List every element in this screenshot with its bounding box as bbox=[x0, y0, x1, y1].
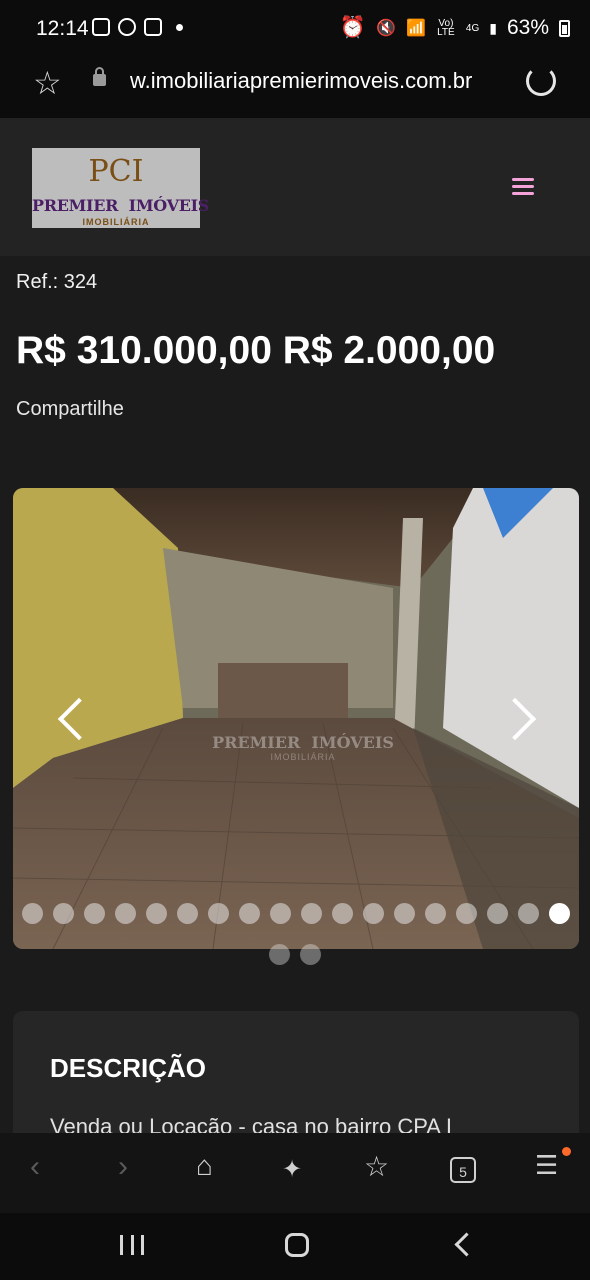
carousel-dot[interactable] bbox=[518, 903, 539, 924]
star-icon[interactable]: ☆ bbox=[33, 64, 62, 102]
carousel-dot[interactable] bbox=[22, 903, 43, 924]
carousel-dot[interactable] bbox=[456, 903, 477, 924]
price: R$ 310.000,00 R$ 2.000,00 bbox=[16, 329, 496, 372]
back-icon[interactable]: ‹ bbox=[30, 1150, 40, 1184]
signal-label: 4G bbox=[465, 22, 480, 34]
logo-sub: IMOBILIÁRIA bbox=[82, 217, 150, 227]
carousel-dot[interactable] bbox=[487, 903, 508, 924]
alarm-icon: ⏰ bbox=[339, 16, 367, 39]
share-link[interactable]: Compartilhe bbox=[16, 398, 124, 421]
menu-icon[interactable]: ☰ bbox=[535, 1150, 558, 1181]
carousel-dot[interactable] bbox=[549, 903, 570, 924]
recents-icon[interactable] bbox=[120, 1235, 144, 1255]
system-status-icons: ⏰ 🔇 📶 Vo) LTE 4G ▮ 63% bbox=[340, 16, 570, 40]
photo-watermark: PREMIER IMÓVEIS IMOBILIÁRIA bbox=[203, 733, 403, 762]
signal-icon: ▮ bbox=[489, 19, 497, 36]
hamburger-icon[interactable] bbox=[512, 178, 534, 196]
carousel-dot[interactable] bbox=[177, 903, 198, 924]
carousel-dot[interactable] bbox=[269, 944, 290, 965]
mute-icon: 🔇 bbox=[376, 20, 396, 37]
network-label: Vo) LTE bbox=[437, 18, 455, 38]
tabs-icon[interactable]: 5 bbox=[450, 1157, 476, 1183]
status-time: 12:14 bbox=[36, 17, 89, 40]
lock-icon[interactable] bbox=[93, 67, 106, 86]
battery-icon bbox=[559, 19, 570, 37]
sparkle-icon[interactable]: ✦ bbox=[282, 1155, 302, 1184]
carousel-dot[interactable] bbox=[239, 903, 260, 924]
carousel-dot[interactable] bbox=[208, 903, 229, 924]
url-text[interactable]: w.imobiliariapremierimoveis.com.br bbox=[130, 68, 472, 94]
whatsapp-icon bbox=[118, 18, 136, 36]
logo-mark: PCI bbox=[88, 154, 144, 189]
carousel-dot[interactable] bbox=[394, 903, 415, 924]
carousel-indicators bbox=[22, 903, 570, 924]
wifi-icon: 📶 bbox=[405, 20, 426, 37]
notification-icons bbox=[92, 18, 183, 36]
bookmarks-icon[interactable]: ☆ bbox=[364, 1150, 389, 1183]
image-icon bbox=[92, 18, 110, 36]
watermark-sub: IMOBILIÁRIA bbox=[270, 752, 336, 762]
carousel-dot[interactable] bbox=[300, 944, 321, 965]
logo-name: PREMIER IMÓVEIS bbox=[32, 196, 210, 215]
carousel-dot[interactable] bbox=[332, 903, 353, 924]
description-title: DESCRIÇÃO bbox=[50, 1053, 207, 1083]
carousel-dot[interactable] bbox=[270, 903, 291, 924]
carousel-dot[interactable] bbox=[115, 903, 136, 924]
watermark-name: PREMIER IMÓVEIS bbox=[212, 733, 394, 752]
checkbox-icon bbox=[144, 18, 162, 36]
reference-number: Ref.: 324 bbox=[16, 271, 98, 293]
reload-icon[interactable] bbox=[526, 66, 556, 96]
carousel-dot[interactable] bbox=[53, 903, 74, 924]
carousel-dot[interactable] bbox=[84, 903, 105, 924]
battery-percent: 63% bbox=[506, 16, 549, 39]
carousel-dot[interactable] bbox=[146, 903, 167, 924]
carousel-indicators-overflow bbox=[269, 944, 321, 965]
carousel-dot[interactable] bbox=[425, 903, 446, 924]
dot-icon bbox=[176, 24, 183, 31]
home-button-icon[interactable] bbox=[285, 1233, 309, 1257]
logo[interactable]: PCI PREMIER IMÓVEIS IMOBILIÁRIA bbox=[32, 148, 210, 228]
carousel-dot[interactable] bbox=[363, 903, 384, 924]
forward-icon[interactable]: › bbox=[118, 1150, 128, 1184]
carousel-dot[interactable] bbox=[301, 903, 322, 924]
home-icon[interactable]: ⌂ bbox=[196, 1150, 213, 1182]
notification-dot bbox=[562, 1147, 571, 1156]
